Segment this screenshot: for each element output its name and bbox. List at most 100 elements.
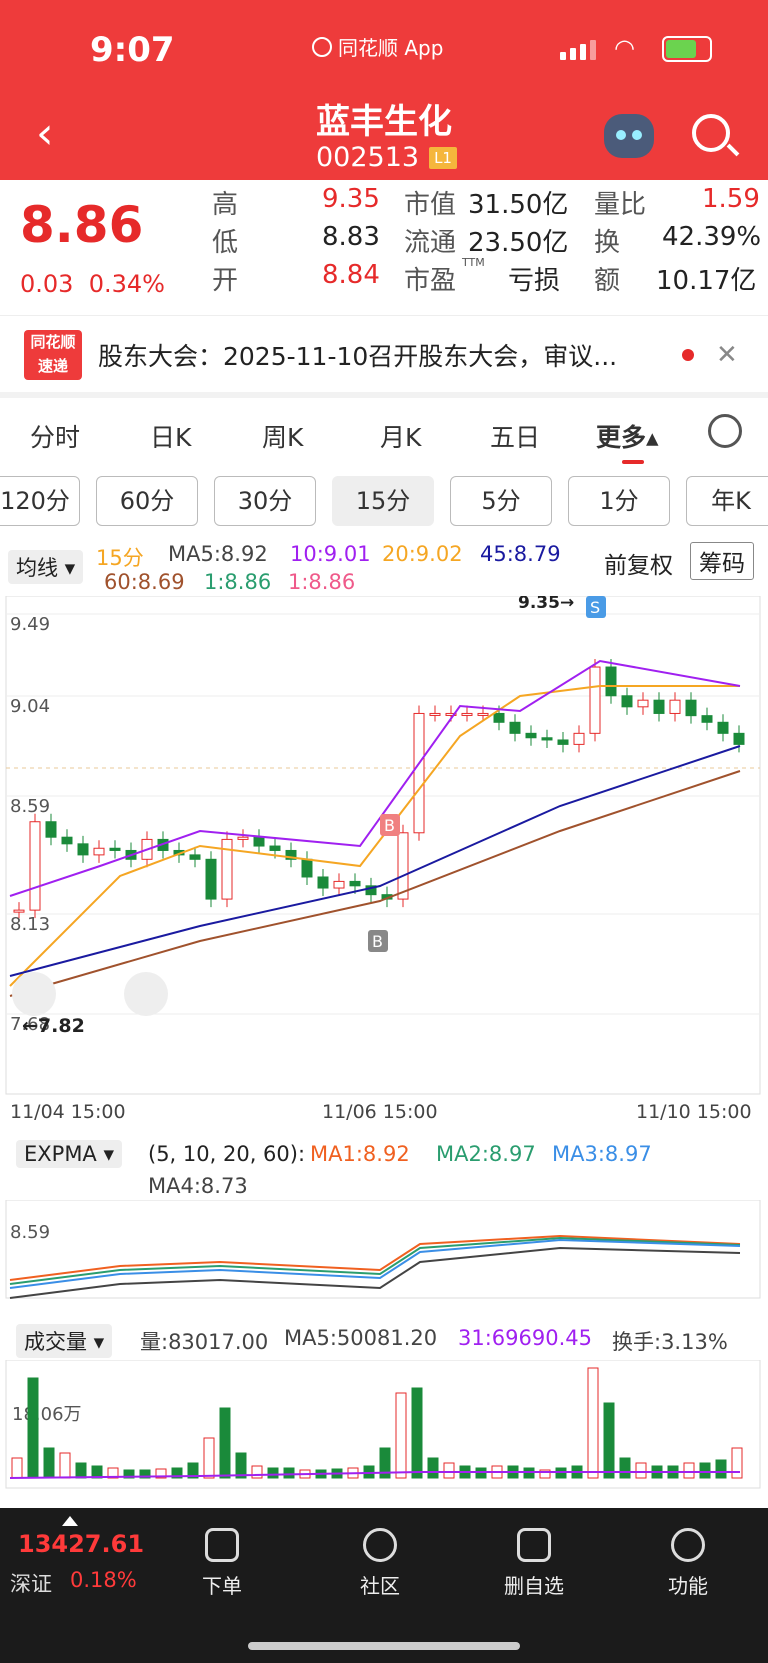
tab-day-k[interactable]: 日K — [150, 418, 191, 454]
candle-body — [93, 847, 105, 856]
signal-icon — [560, 40, 596, 60]
news-badge: 同花顺 速递 — [24, 330, 82, 380]
volume-bar — [731, 1447, 743, 1479]
expand-up-icon[interactable] — [62, 1516, 78, 1526]
news-text[interactable]: 股东大会：2025-11-10召开股东大会，审议... — [98, 337, 658, 373]
period-1[interactable]: 1分 — [568, 476, 670, 526]
sell-label: S — [590, 598, 600, 617]
volume-chart[interactable]: 18.06万 — [0, 1360, 768, 1490]
period-60[interactable]: 60分 — [96, 476, 198, 526]
index-value[interactable]: 13427.61 — [18, 1530, 144, 1558]
fullscreen-icon — [124, 972, 168, 1016]
app-indicator[interactable]: 同花顺 App — [312, 32, 443, 61]
candle-body — [637, 699, 649, 708]
candle-body — [461, 712, 473, 716]
nav-order[interactable]: 下单 — [172, 1528, 272, 1599]
volume-selector[interactable]: 成交量 ▾ — [16, 1324, 113, 1358]
high-marker: 9.35→ — [518, 596, 574, 613]
expma-params: (5, 10, 20, 60): — [148, 1142, 306, 1166]
nav-remove-watch[interactable]: 删自选 — [484, 1528, 584, 1599]
mcap-label: 市值 — [404, 190, 457, 220]
news-banner[interactable]: 同花顺 速递 股东大会：2025-11-10召开股东大会，审议... ✕ — [0, 318, 768, 392]
volume-bar — [219, 1407, 231, 1479]
robot-assistant-icon[interactable] — [604, 114, 654, 158]
settings-icon[interactable] — [708, 414, 742, 448]
ma1a-value: 1:8.86 — [204, 570, 272, 594]
candle-body — [573, 732, 585, 745]
volume-bar — [411, 1387, 423, 1479]
menu-icon — [671, 1528, 705, 1562]
candle-body — [733, 732, 745, 745]
volume-bar — [603, 1402, 615, 1479]
app-logo-icon — [312, 36, 332, 57]
nav-community[interactable]: 社区 — [330, 1528, 430, 1599]
nav-functions[interactable]: 功能 — [638, 1528, 738, 1599]
candle-body — [525, 732, 537, 739]
tab-five-day[interactable]: 五日 — [490, 418, 540, 454]
expma-ma4: MA4:8.73 — [148, 1174, 248, 1198]
status-time: 9:07 — [90, 30, 175, 70]
quote-panel: 8.86 0.03 0.34% 高 9.35 低 8.83 开 8.84 市值 … — [0, 180, 768, 316]
period-120[interactable]: 120分 — [0, 476, 80, 526]
tab-timeshare[interactable]: 分时 — [30, 418, 80, 454]
ma-selector[interactable]: 均线 ▾ — [8, 550, 84, 584]
volume-turnover: 换手:3.13% — [612, 1330, 728, 1354]
badge-line2: 速递 — [37, 357, 68, 375]
search-icon[interactable] — [692, 114, 730, 152]
price-change: 0.03 0.34% — [20, 270, 165, 298]
candle-body — [701, 715, 713, 723]
tab-week-k[interactable]: 周K — [262, 418, 303, 454]
float-value: 23.50亿 — [468, 228, 569, 258]
tab-month-k[interactable]: 月K — [380, 418, 421, 454]
adjust-button[interactable]: 前复权 — [604, 546, 673, 580]
kline-chart[interactable]: 9.499.048.598.137.6811/04 15:00 11/06 15:… — [0, 596, 768, 1156]
period-5[interactable]: 5分 — [450, 476, 552, 526]
candle-body — [45, 821, 57, 838]
ma-period: 15分 — [96, 546, 144, 570]
volume-bar — [283, 1467, 295, 1479]
volume-bar — [27, 1377, 39, 1479]
expma-selector[interactable]: EXPMA ▾ — [16, 1140, 123, 1168]
turnover-label: 换 — [594, 228, 621, 258]
tab-more[interactable]: 更多▴ — [596, 418, 659, 464]
volume-y-tick: 18.06万 — [12, 1404, 82, 1425]
candle-body — [669, 699, 681, 714]
candle-body — [509, 721, 521, 734]
expma-chart[interactable]: 8.59 — [0, 1200, 768, 1300]
candle-body — [621, 695, 633, 708]
period-30[interactable]: 30分 — [214, 476, 316, 526]
period-15[interactable]: 15分 — [332, 476, 434, 526]
candle-body — [477, 712, 489, 716]
nav-functions-label: 功能 — [668, 1574, 708, 1598]
chart-frame — [5, 596, 761, 1095]
app-header: 9:07 同花顺 App ◠ ‹ 蓝丰生化 002513 L1 — [0, 0, 768, 180]
bottom-bar: 13427.61 深证 0.18% 下单 社区 删自选 功能 — [0, 1508, 768, 1663]
expma-line — [9, 1238, 741, 1289]
ma10-value: 10:9.01 — [290, 542, 371, 566]
remove-watch-icon — [517, 1528, 551, 1562]
candle-body — [13, 909, 25, 913]
candle-body — [429, 712, 441, 716]
close-icon[interactable]: ✕ — [716, 340, 738, 370]
y-tick-label: 8.13 — [10, 914, 50, 935]
candle-body — [413, 712, 425, 834]
candle-body — [253, 836, 265, 847]
volume-bar — [587, 1367, 599, 1479]
open-label: 开 — [212, 266, 239, 296]
ma-legend: 均线 ▾ 15分 MA5:8.92 10:9.01 20:9.02 45:8.7… — [0, 540, 768, 600]
open-value: 8.84 — [322, 260, 380, 290]
vr-label: 量比 — [594, 190, 647, 220]
candle-body — [333, 880, 345, 889]
candle-body — [397, 832, 409, 900]
period-year[interactable]: 年K — [686, 476, 768, 526]
volume-bar — [619, 1457, 631, 1479]
chips-button[interactable]: 筹码 — [690, 542, 754, 580]
volume-ma5: MA5:50081.20 — [284, 1326, 438, 1350]
nav-remove-label: 删自选 — [504, 1574, 564, 1598]
amount-value: 10.17亿 — [656, 266, 757, 296]
expma-ma3: MA3:8.97 — [552, 1142, 652, 1166]
candle-body — [541, 737, 553, 741]
turnover-value: 42.39% — [662, 222, 762, 252]
unread-dot-icon — [682, 349, 694, 361]
volume-bar — [683, 1462, 695, 1479]
